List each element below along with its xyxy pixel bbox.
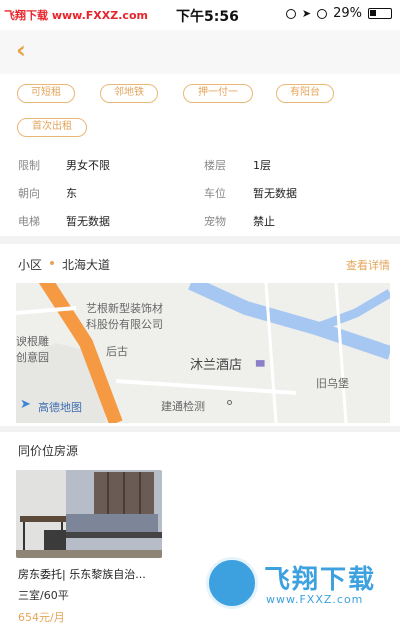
- poi-marker-icon: [227, 400, 232, 405]
- status-time: 下午5:56: [176, 9, 239, 25]
- info-value: 东: [66, 187, 77, 200]
- tag: 邻地铁: [100, 84, 158, 103]
- map-hotel: 沐兰酒店: [190, 358, 243, 373]
- info-label: 车位: [204, 187, 226, 200]
- map-poi: 创意园: [16, 351, 49, 364]
- watermark-logo: 飞翔下载 www.FXXZ.com: [206, 555, 396, 619]
- map-poi: 后古: [106, 345, 128, 358]
- chevron-left-icon[interactable]: ‹: [16, 36, 26, 64]
- alarm-icon: [317, 8, 328, 19]
- tag: 可短租: [17, 84, 75, 103]
- watermark-bird-icon: [206, 557, 258, 609]
- watermark-cn: 飞翔下载: [264, 565, 377, 595]
- battery-percent: 29%: [333, 6, 362, 21]
- info-value: 暂无数据: [253, 187, 297, 200]
- listing-spec: 三室/60平: [18, 589, 69, 602]
- map-poi: 艺根新型装饰材: [86, 302, 163, 315]
- map-logo-text: 高德地图: [38, 401, 82, 414]
- nav-bar: ‹: [0, 30, 400, 74]
- hotel-bed-icon: ▄: [256, 354, 265, 367]
- status-icons: ➤ 29%: [285, 6, 392, 21]
- map-poi: 谀根雕: [16, 335, 49, 348]
- map-poi: 旧乌堡: [316, 377, 349, 390]
- tag: 首次出租: [17, 118, 87, 137]
- info-label: 宠物: [204, 215, 226, 228]
- location-map[interactable]: 艺根新型装饰材 科股份有限公司 谀根雕 创意园 后古 沐兰酒店 ▄ 旧乌堡 建通…: [16, 283, 390, 423]
- tag: 有阳台: [276, 84, 334, 103]
- map-poi: 建通检测: [161, 400, 205, 413]
- lock-rotation-icon: [285, 8, 296, 19]
- info-value: 禁止: [253, 215, 275, 228]
- info-value: 暂无数据: [66, 215, 110, 228]
- tag: 押一付一: [183, 84, 253, 103]
- room-photo-illustration: [16, 470, 162, 558]
- listing-photo: [16, 470, 162, 558]
- status-bar: 飞翔下载 www.FXXZ.com 下午5:56 ➤ 29%: [0, 0, 400, 30]
- community-name: 北海大道: [62, 258, 111, 272]
- listing-price: 654元/月: [18, 611, 65, 624]
- section-title: 同价位房源: [18, 444, 79, 458]
- section-divider: [0, 236, 400, 244]
- watermark-url: www.FXXZ.com: [266, 593, 364, 606]
- info-label: 楼层: [204, 159, 226, 172]
- listing-card[interactable]: 房东委托| 乐东黎族自治... 三室/60平 654元/月: [16, 470, 162, 624]
- listing-title: 房东委托| 乐东黎族自治...: [18, 568, 146, 581]
- section-divider: [0, 426, 400, 432]
- location-icon: ➤: [301, 7, 312, 20]
- dot-icon: [50, 261, 54, 265]
- map-poi: 科股份有限公司: [86, 318, 163, 331]
- community-label: 小区: [18, 258, 43, 272]
- battery-icon: [368, 8, 392, 19]
- view-details-link[interactable]: 查看详情: [346, 257, 390, 273]
- info-label: 限制: [18, 159, 40, 172]
- amap-logo-icon: ➤: [20, 397, 31, 412]
- info-label: 电梯: [18, 215, 40, 228]
- info-value: 1层: [253, 159, 271, 172]
- watermark-text: 飞翔下载 www.FXXZ.com: [4, 9, 148, 22]
- info-value: 男女不限: [66, 159, 110, 172]
- info-label: 朝向: [18, 187, 40, 200]
